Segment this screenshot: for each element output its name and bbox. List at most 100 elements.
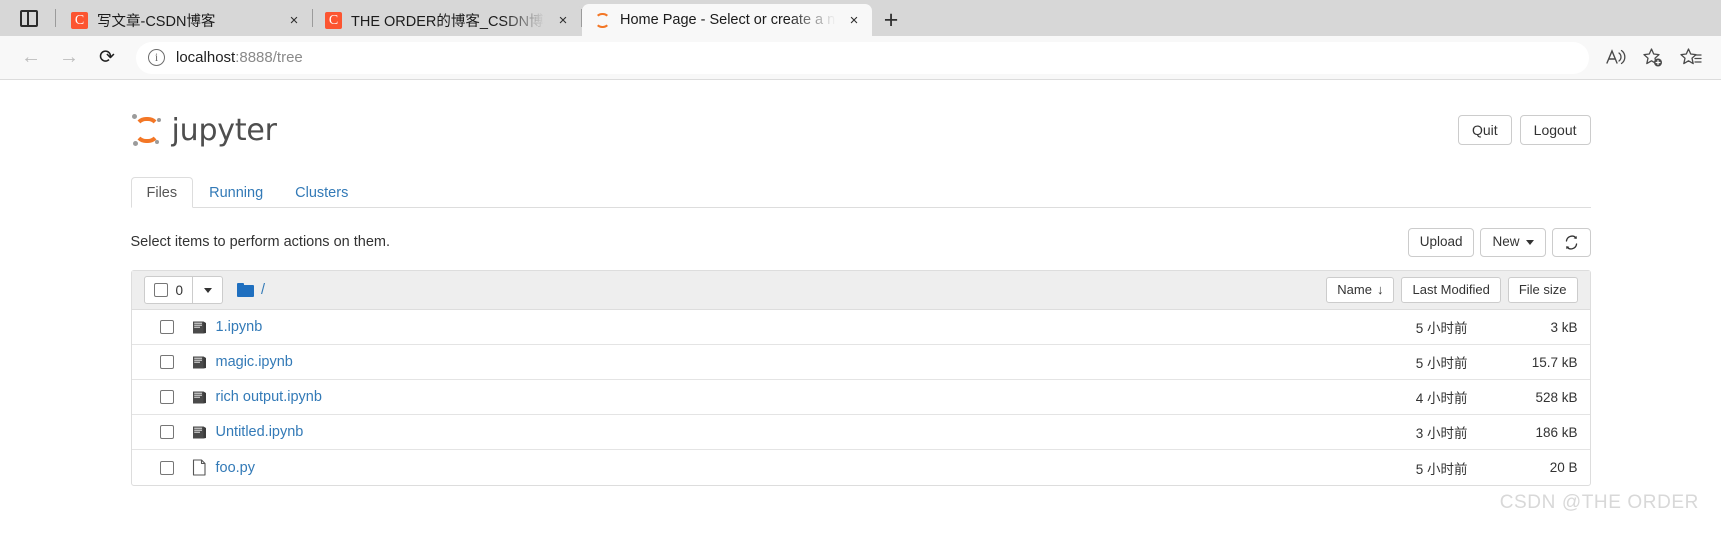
- action-hint-text: Select items to perform actions on them.: [130, 234, 391, 250]
- read-aloud-icon[interactable]: [1597, 42, 1633, 74]
- jupyter-tabs: Files Running Clusters: [130, 174, 1591, 209]
- select-all-checkbox[interactable]: [153, 283, 168, 297]
- tab-search-button[interactable]: [6, 0, 52, 36]
- browser-tab-2-close-icon[interactable]: ×: [551, 8, 575, 32]
- file-size: 15.7 kB: [1531, 354, 1578, 370]
- jupyter-logo-text: jupyter: [171, 112, 278, 148]
- reload-button[interactable]: ⟳: [88, 42, 126, 74]
- csdn-icon: C: [325, 11, 342, 29]
- file-size: 20 B: [1549, 460, 1578, 475]
- tab-strip: C 写文章-CSDN博客 × C THE ORDER的博客_CSDN博客-R ×…: [0, 0, 1721, 36]
- row-checkbox[interactable]: [159, 320, 174, 334]
- split-pane-icon: [20, 9, 38, 27]
- browser-tab-3-close-icon[interactable]: ×: [842, 8, 866, 32]
- file-modified: 5 小时前: [1415, 461, 1468, 477]
- sort-desc-arrow-icon: ↓: [1376, 281, 1384, 297]
- select-dropdown-button[interactable]: [193, 276, 224, 304]
- select-all-control[interactable]: 0: [143, 276, 194, 304]
- tabstrip-divider: [55, 9, 56, 27]
- new-tab-button[interactable]: +: [872, 4, 910, 36]
- jupyter-logo[interactable]: jupyter: [131, 113, 277, 148]
- url-host: localhost: [176, 49, 236, 66]
- browser-tab-1-title: 写文章-CSDN博客: [97, 13, 216, 30]
- back-button[interactable]: ←: [12, 42, 50, 74]
- file-modified: 5 小时前: [1415, 321, 1468, 336]
- folder-icon: [237, 283, 255, 297]
- jupyter-logo-icon: [131, 113, 163, 147]
- watermark: CSDN @THE ORDER: [1499, 492, 1699, 513]
- browser-tab-2[interactable]: C THE ORDER的博客_CSDN博客-R ×: [313, 4, 581, 36]
- file-rows: 1.ipynb 5 小时前 3 kB magic.ipynb 5 小时前 15.7 kB r…: [131, 310, 1590, 485]
- file-icon: [190, 459, 209, 476]
- collections-icon[interactable]: [1673, 42, 1709, 74]
- jupyter-icon: [594, 12, 611, 29]
- file-list-header: 0 / Name ↓ Last Modified File size: [131, 271, 1590, 310]
- jupyter-container: jupyter Quit Logout Files Running Cluste…: [130, 80, 1591, 486]
- file-list: 0 / Name ↓ Last Modified File size 1.ipy…: [130, 270, 1591, 486]
- url-path: :8888/tree: [235, 49, 303, 66]
- selected-count: 0: [175, 282, 184, 298]
- add-favorite-icon[interactable]: [1635, 42, 1671, 74]
- browser-tab-3-title: Home Page - Select or create a n: [620, 12, 836, 28]
- refresh-icon: [1564, 235, 1579, 250]
- toolbar-icons: [1597, 42, 1709, 74]
- file-size: 528 kB: [1535, 389, 1578, 405]
- quit-button[interactable]: Quit: [1457, 115, 1512, 145]
- file-name-link[interactable]: foo.py: [216, 460, 256, 476]
- refresh-button[interactable]: [1551, 227, 1591, 257]
- file-modified: 4 小时前: [1415, 391, 1468, 406]
- info-icon[interactable]: i: [148, 49, 165, 66]
- notebook-icon: [190, 355, 209, 370]
- address-bar[interactable]: i localhost:8888/tree: [136, 41, 1589, 74]
- action-row: Select items to perform actions on them.…: [131, 226, 1591, 258]
- browser-tab-2-title: THE ORDER的博客_CSDN博客-R: [351, 13, 545, 30]
- browser-toolbar: ← → ⟳ i localhost:8888/tree: [0, 36, 1721, 80]
- sort-name-label: Name: [1337, 281, 1372, 297]
- chevron-down-icon: [203, 287, 212, 293]
- table-row[interactable]: foo.py 5 小时前 20 B: [132, 450, 1590, 485]
- file-size: 3 kB: [1550, 319, 1578, 335]
- notebook-icon: [190, 320, 209, 335]
- sort-by-modified-button[interactable]: Last Modified: [1401, 276, 1501, 304]
- file-name-link[interactable]: magic.ipynb: [216, 354, 293, 370]
- file-name-link[interactable]: Untitled.ipynb: [216, 424, 304, 440]
- browser-tab-1[interactable]: C 写文章-CSDN博客 ×: [59, 4, 312, 36]
- file-name-link[interactable]: rich output.ipynb: [216, 389, 322, 405]
- table-row[interactable]: magic.ipynb 5 小时前 15.7 kB: [131, 345, 1590, 380]
- sort-by-name-button[interactable]: Name ↓: [1326, 276, 1395, 304]
- browser-window: C 写文章-CSDN博客 × C THE ORDER的博客_CSDN博客-R ×…: [0, 0, 1721, 544]
- action-buttons: Upload New: [1407, 227, 1591, 257]
- new-button-label: New: [1492, 233, 1520, 249]
- sort-by-size-button[interactable]: File size: [1507, 276, 1578, 304]
- upload-button-label: Upload: [1419, 233, 1463, 249]
- forward-button[interactable]: →: [50, 42, 88, 74]
- header-buttons: Quit Logout: [1457, 115, 1591, 145]
- new-button[interactable]: New: [1480, 227, 1546, 257]
- table-row[interactable]: Untitled.ipynb 3 小时前 186 kB: [131, 415, 1590, 450]
- chevron-down-icon: [1525, 239, 1534, 245]
- notebook-icon: [190, 390, 209, 405]
- row-checkbox[interactable]: [159, 390, 174, 404]
- file-modified: 3 小时前: [1415, 426, 1468, 441]
- file-name-link[interactable]: 1.ipynb: [216, 319, 263, 335]
- tab-clusters[interactable]: Clusters: [279, 177, 364, 209]
- csdn-icon: C: [71, 11, 88, 29]
- file-size: 186 kB: [1535, 424, 1578, 440]
- logout-button[interactable]: Logout: [1519, 115, 1591, 145]
- browser-tab-3[interactable]: Home Page - Select or create a n ×: [582, 4, 872, 36]
- sort-buttons: Name ↓ Last Modified File size: [1326, 276, 1578, 304]
- tab-running[interactable]: Running: [193, 177, 279, 209]
- table-row[interactable]: 1.ipynb 5 小时前 3 kB: [131, 310, 1590, 345]
- row-checkbox[interactable]: [159, 460, 174, 475]
- select-all-group: 0: [143, 276, 224, 304]
- jupyter-header: jupyter Quit Logout: [131, 102, 1591, 158]
- breadcrumb[interactable]: /: [261, 282, 265, 298]
- table-row[interactable]: rich output.ipynb 4 小时前 528 kB: [131, 380, 1590, 415]
- row-checkbox[interactable]: [159, 355, 174, 369]
- upload-button[interactable]: Upload: [1407, 227, 1475, 257]
- row-checkbox[interactable]: [159, 425, 174, 439]
- url-text: localhost:8888/tree: [176, 49, 303, 66]
- tab-files[interactable]: Files: [130, 176, 194, 208]
- notebook-icon: [190, 425, 209, 440]
- browser-tab-1-close-icon[interactable]: ×: [282, 8, 306, 32]
